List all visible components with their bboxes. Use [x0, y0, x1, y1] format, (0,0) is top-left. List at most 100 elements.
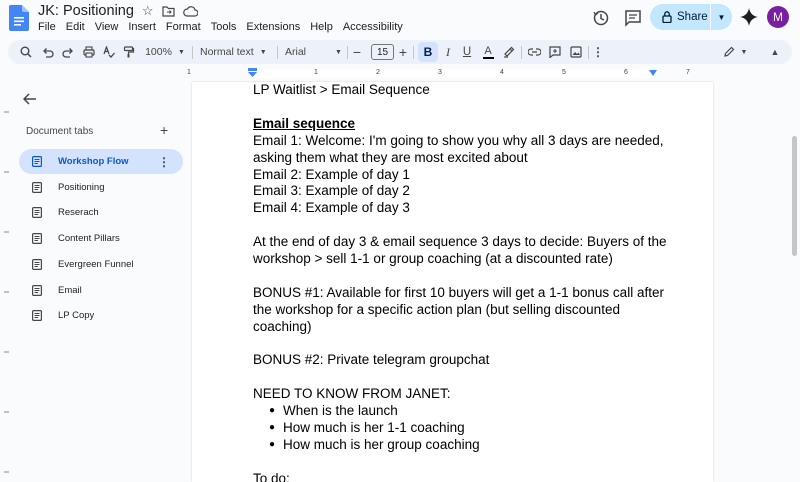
font-select[interactable]: Arial ▼ [285, 40, 343, 64]
add-tab-button[interactable]: + [160, 122, 168, 138]
tab-evergreen-funnel[interactable]: Evergreen Funnel [19, 252, 183, 277]
right-indent-marker-icon[interactable] [649, 70, 657, 77]
docs-logo-icon[interactable] [9, 5, 29, 31]
style-select[interactable]: Normal text ▼ [200, 40, 272, 64]
menu-format[interactable]: Format [166, 21, 201, 33]
doc-paragraph[interactable]: LP Waitlist > Email Sequence [253, 82, 673, 99]
menu-accessibility[interactable]: Accessibility [343, 21, 403, 33]
paint-format-button[interactable] [121, 40, 137, 64]
share-dropdown[interactable]: ▼ [711, 13, 732, 22]
ruler-number: 7 [686, 69, 690, 76]
doc-bullet-item[interactable]: How much is her 1-1 coaching [269, 420, 673, 437]
spellcheck-button[interactable] [101, 40, 117, 64]
scrollbar-thumb[interactable] [792, 136, 797, 256]
hide-menus-button[interactable]: ▲ [768, 40, 782, 64]
search-icon [20, 46, 32, 58]
add-comment-button[interactable] [547, 40, 563, 64]
text-color-swatch [482, 56, 494, 59]
doc-paragraph[interactable]: Email 4: Example of day 3 [253, 200, 673, 217]
undo-button[interactable] [40, 40, 56, 64]
ruler-number: 6 [624, 69, 628, 76]
doc-paragraph[interactable]: Email 3: Example of day 2 [253, 183, 673, 200]
doc-paragraph[interactable] [253, 99, 673, 116]
tab-icon [32, 285, 42, 296]
share-button[interactable]: Share ▼ [650, 4, 732, 30]
insert-link-button[interactable] [526, 40, 542, 64]
underline-button[interactable]: U [459, 40, 475, 64]
editing-mode-button[interactable]: ▼ [720, 40, 750, 64]
doc-paragraph[interactable] [253, 268, 673, 285]
tab-icon [32, 233, 42, 244]
menu-tools[interactable]: Tools [211, 21, 237, 33]
cloud-status-icon[interactable] [182, 5, 198, 17]
menu-help[interactable]: Help [310, 21, 333, 33]
vertical-ruler[interactable] [0, 82, 10, 482]
font-size-input[interactable]: 15 [371, 44, 394, 60]
doc-paragraph[interactable]: BONUS #2: Private telegram groupchat [253, 352, 673, 369]
highlight-button[interactable] [501, 40, 517, 64]
chevron-down-icon: ▼ [259, 48, 267, 56]
tab-email[interactable]: Email [19, 278, 183, 303]
doc-paragraph[interactable]: Email 1: Welcome: I'm going to show you … [253, 133, 673, 167]
doc-heading[interactable]: Email sequence [253, 116, 673, 133]
doc-title[interactable]: JK: Positioning [38, 3, 134, 19]
menu-extensions[interactable]: Extensions [246, 21, 300, 33]
share-main[interactable]: Share [650, 4, 710, 30]
chevron-down-icon: ▼ [717, 12, 726, 22]
chevron-down-icon: ▼ [740, 48, 748, 56]
doc-paragraph[interactable] [253, 369, 673, 386]
ruler-number: 3 [438, 69, 442, 76]
bold-button[interactable]: B [418, 42, 438, 62]
tab-positioning[interactable]: Positioning [19, 175, 183, 200]
tab-content-pillars[interactable]: Content Pillars [19, 226, 183, 251]
document-body[interactable]: LP Waitlist > Email Sequence Email sequen… [253, 82, 673, 482]
tab-label: Workshop Flow [58, 156, 129, 167]
paint-format-icon [123, 46, 135, 58]
redo-button[interactable] [60, 40, 76, 64]
decrease-font-size-button[interactable]: − [350, 40, 364, 64]
horizontal-ruler[interactable]: 1 1 2 3 4 5 6 7 [187, 68, 800, 80]
doc-paragraph[interactable]: NEED TO KNOW FROM JANET: [253, 386, 673, 403]
gemini-icon[interactable] [740, 8, 758, 26]
move-folder-icon[interactable] [161, 5, 175, 17]
tab-reserach[interactable]: Reserach [19, 200, 183, 225]
doc-paragraph[interactable]: At the end of day 3 & email sequence 3 d… [253, 234, 673, 268]
toolbar-divider [413, 46, 414, 59]
doc-paragraph[interactable] [253, 217, 673, 234]
doc-paragraph[interactable]: Email 2: Example of day 1 [253, 167, 673, 184]
toolbar-divider [277, 46, 278, 59]
doc-paragraph[interactable] [253, 454, 673, 471]
doc-paragraph[interactable] [253, 336, 673, 353]
more-options-button[interactable]: ⋮ [592, 40, 604, 64]
italic-button[interactable]: I [440, 40, 456, 64]
document-page[interactable]: LP Waitlist > Email Sequence Email sequen… [192, 82, 713, 482]
zoom-select[interactable]: 100% ▼ [144, 40, 186, 64]
doc-paragraph[interactable]: BONUS #1: Available for first 10 buyers … [253, 285, 673, 336]
tab-workshop-flow[interactable]: Workshop Flow ⋮ [19, 149, 183, 174]
comments-icon[interactable] [624, 6, 642, 30]
highlighter-icon [504, 46, 515, 58]
menu-edit[interactable]: Edit [66, 21, 85, 33]
style-value: Normal text [200, 46, 254, 58]
avatar[interactable]: M [767, 6, 789, 28]
insert-image-button[interactable] [568, 40, 584, 64]
tab-lp-copy[interactable]: LP Copy [19, 303, 183, 328]
toolbar-divider [192, 46, 193, 59]
doc-bullet-item[interactable]: When is the launch [269, 403, 673, 420]
doc-paragraph[interactable]: To do: [253, 471, 673, 482]
print-button[interactable] [81, 40, 97, 64]
search-menus-button[interactable] [18, 40, 34, 64]
indent-marker-icon[interactable] [248, 68, 257, 79]
more-vert-icon[interactable]: ⋮ [158, 155, 170, 169]
print-icon [83, 46, 95, 58]
menu-insert[interactable]: Insert [128, 21, 156, 33]
text-color-button[interactable]: A [480, 40, 496, 64]
increase-font-size-button[interactable]: + [396, 40, 410, 64]
arrow-back-icon[interactable] [23, 92, 37, 106]
version-history-icon[interactable] [592, 6, 610, 30]
doc-bullet-item[interactable]: How much is her group coaching [269, 437, 673, 454]
star-icon[interactable]: ☆ [142, 3, 154, 19]
menu-view[interactable]: View [95, 21, 119, 33]
tab-label: Evergreen Funnel [58, 259, 134, 270]
menu-file[interactable]: File [38, 21, 56, 33]
